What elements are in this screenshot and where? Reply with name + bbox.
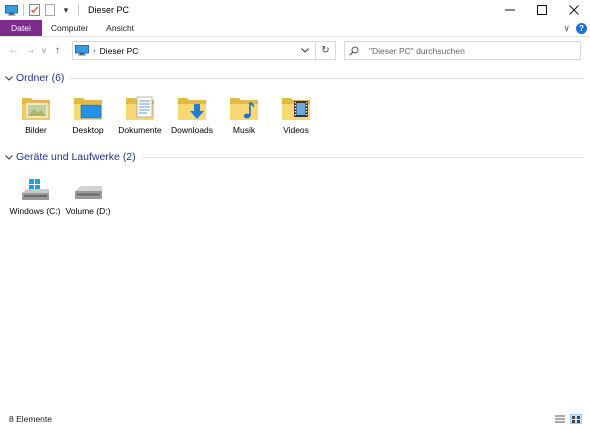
recent-locations-icon[interactable]: ∨: [39, 42, 49, 59]
hard-drive-icon: [75, 186, 102, 199]
details-view-button[interactable]: [554, 414, 566, 424]
folder-item-dokumente[interactable]: Dokumente: [114, 94, 166, 135]
forward-button[interactable]: →: [22, 42, 39, 59]
drive-item-volume-d[interactable]: Volume (D:): [62, 177, 114, 216]
tab-datei[interactable]: Datei: [0, 20, 42, 36]
toolbar-separator: [23, 4, 24, 16]
folder-item-videos[interactable]: Videos: [270, 94, 322, 135]
videos-folder-icon: [282, 98, 310, 120]
ribbon-tabs: Datei Computer Ansicht ∨ ?: [0, 20, 590, 37]
refresh-button[interactable]: ↻: [315, 42, 335, 59]
minimize-button[interactable]: [494, 0, 526, 20]
folder-item-desktop[interactable]: Desktop: [62, 94, 114, 135]
view-switcher: [550, 414, 582, 424]
chevron-down-icon[interactable]: [4, 154, 14, 160]
pictures-folder-icon: [22, 98, 50, 120]
chevron-down-icon[interactable]: [4, 75, 14, 81]
quick-access-dropdown-icon[interactable]: ▾: [59, 3, 73, 17]
documents-folder-icon: [126, 96, 154, 120]
maximize-button[interactable]: [526, 0, 558, 20]
search-icon: [345, 46, 363, 56]
large-icons-view-button[interactable]: [570, 414, 582, 424]
folder-label: Musik: [232, 125, 256, 135]
this-pc-icon[interactable]: [4, 3, 18, 17]
address-dropdown-icon[interactable]: [299, 42, 311, 59]
breadcrumb-chevron-icon[interactable]: ›: [93, 46, 96, 55]
folder-item-bilder[interactable]: Bilder: [10, 94, 62, 135]
window-title: Dieser PC: [88, 5, 130, 15]
maximize-icon: [537, 5, 547, 15]
help-icon[interactable]: ?: [576, 23, 587, 34]
group-divider: [70, 77, 584, 79]
folder-label: Downloads: [170, 125, 214, 135]
desktop-folder-icon: [74, 98, 102, 120]
drive-label: Volume (D:): [65, 206, 111, 216]
folder-label: Dokumente: [118, 125, 162, 135]
search-box[interactable]: "Dieser PC" durchsuchen: [344, 41, 581, 60]
tab-computer[interactable]: Computer: [42, 20, 97, 36]
navigation-bar: ← → ∨ ↑ › Dieser PC ↻ "Dieser PC" durchs…: [0, 38, 590, 63]
group-folders-header[interactable]: Ordner (6): [0, 72, 590, 84]
group-title: Geräte und Laufwerke (2): [16, 151, 136, 163]
group-title: Ordner (6): [16, 72, 65, 84]
minimize-icon: [505, 9, 515, 11]
drive-item-windows-c[interactable]: Windows (C:): [9, 177, 61, 216]
search-placeholder: "Dieser PC" durchsuchen: [369, 45, 465, 56]
music-folder-icon: [230, 98, 258, 120]
window-controls: [494, 0, 590, 20]
address-bar[interactable]: › Dieser PC ↻: [72, 41, 336, 60]
title-bar: ▾ Dieser PC: [0, 0, 590, 20]
new-folder-icon[interactable]: [43, 3, 57, 17]
properties-icon[interactable]: [27, 3, 41, 17]
up-button[interactable]: ↑: [49, 42, 66, 59]
close-icon: [569, 5, 579, 15]
group-divider: [141, 156, 584, 158]
drive-label: Windows (C:): [9, 206, 61, 216]
large-icons-view-icon: [572, 415, 580, 423]
this-pc-icon: [75, 45, 89, 56]
windows-drive-icon: [22, 179, 49, 200]
details-view-icon: [555, 415, 565, 423]
quick-access-toolbar: ▾: [0, 0, 82, 20]
downloads-folder-icon: [178, 98, 206, 120]
folder-label: Desktop: [72, 125, 104, 135]
breadcrumb-dieser-pc[interactable]: Dieser PC: [100, 46, 139, 56]
folder-item-musik[interactable]: Musik: [218, 94, 270, 135]
item-count: 8 Elemente: [9, 414, 52, 424]
toolbar-separator: [78, 4, 79, 16]
back-button[interactable]: ←: [5, 42, 22, 59]
folder-label: Videos: [283, 125, 309, 135]
status-bar: 8 Elemente: [0, 410, 590, 428]
folder-item-downloads[interactable]: Downloads: [166, 94, 218, 135]
expand-ribbon-icon[interactable]: ∨: [563, 23, 570, 34]
folder-label: Bilder: [25, 125, 47, 135]
close-button[interactable]: [558, 0, 590, 20]
tab-ansicht[interactable]: Ansicht: [97, 20, 143, 36]
group-drives-header[interactable]: Geräte und Laufwerke (2): [0, 151, 590, 163]
